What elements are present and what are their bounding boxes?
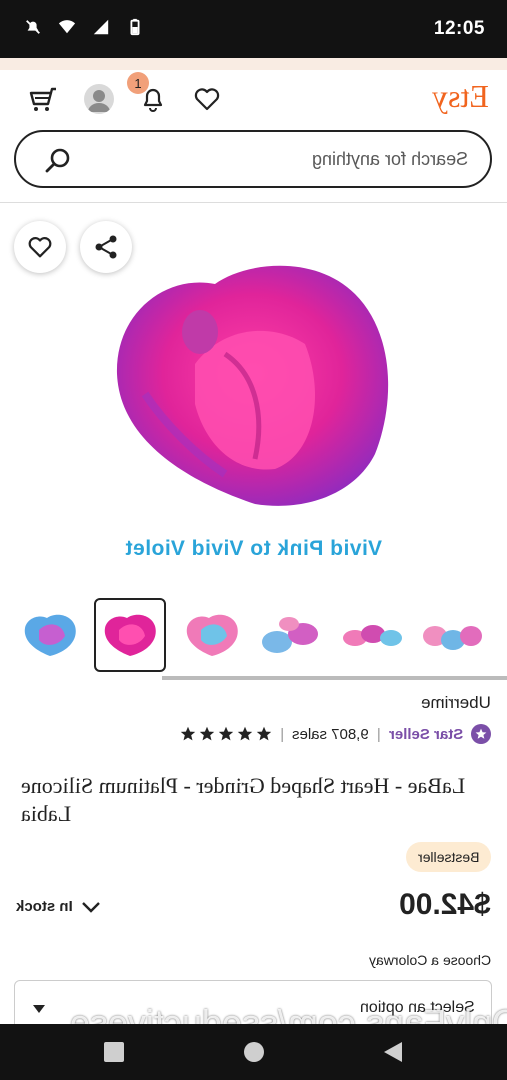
back-button[interactable] [384, 1042, 402, 1062]
status-icons [24, 18, 144, 36]
dnd-bell-off-icon [26, 20, 40, 34]
favorite-button[interactable] [14, 221, 66, 273]
bestseller-badge: Bestseller [405, 842, 491, 872]
thumbnail-2-selected[interactable] [94, 598, 166, 672]
notification-badge: 1 [127, 72, 149, 94]
etsy-logo[interactable]: Etsy [432, 78, 489, 115]
star-icon [238, 726, 253, 741]
status-bar: 12:05 [0, 0, 507, 58]
star-icon [219, 726, 234, 741]
promo-strip [0, 58, 507, 70]
recents-button[interactable] [104, 1042, 124, 1062]
star-seller-label[interactable]: Star Seller [389, 726, 463, 743]
signal-icon [93, 19, 109, 35]
thumbnail-5[interactable] [336, 598, 408, 672]
heart-icon [28, 236, 52, 258]
carousel-scrollbar[interactable] [162, 676, 507, 680]
thumbnail-4[interactable] [254, 598, 326, 672]
app-header: 1 Etsy [0, 70, 507, 130]
price: $42.00 [399, 888, 491, 921]
search-icon[interactable] [42, 145, 74, 177]
product-title: LaBae - Heart Shaped Grinder - Platinum … [21, 772, 491, 828]
star-icon [200, 726, 215, 741]
thumbnail-6[interactable] [416, 598, 488, 672]
separator: | [280, 725, 285, 743]
thumbnail-1[interactable] [14, 598, 86, 672]
stock-text: In stock [16, 898, 73, 915]
star-icon [257, 726, 272, 741]
search-bar[interactable]: Search for anything [14, 130, 492, 188]
divider [0, 202, 507, 203]
cart-icon[interactable] [26, 82, 60, 116]
shop-name-link[interactable]: Uberrime [421, 693, 491, 713]
rating-row: | 9,807 sales | Star Seller [180, 724, 491, 744]
sales-count: 9,807 sales [292, 725, 369, 743]
avatar-icon[interactable] [84, 84, 114, 114]
variation-label: Choose a Colorway [368, 952, 491, 968]
thumbnail-3[interactable] [176, 598, 248, 672]
system-nav-bar [0, 1024, 507, 1080]
product-title-text: LaBae - Heart Shaped Grinder - Platinum … [21, 773, 466, 826]
home-button[interactable] [244, 1042, 264, 1062]
check-chevron-icon [81, 901, 100, 913]
star-seller-badge-icon [471, 724, 491, 744]
separator: | [376, 725, 381, 743]
star-icon [181, 726, 196, 741]
bestseller-text: Bestseller [417, 849, 479, 865]
thumbnail-strip [0, 598, 507, 676]
product-image-carousel[interactable]: Vivid Pink to Vivid Violet [0, 204, 507, 584]
image-caption: Vivid Pink to Vivid Violet [125, 537, 382, 560]
stock-status: In stock [16, 898, 101, 915]
wifi-icon [58, 20, 76, 34]
product-photo [116, 265, 389, 506]
battery-icon [130, 18, 140, 36]
rating-stars[interactable] [180, 726, 272, 742]
search-input[interactable]: Search for anything [312, 149, 468, 170]
heart-icon[interactable] [190, 82, 224, 116]
status-clock: 12:05 [433, 18, 485, 39]
